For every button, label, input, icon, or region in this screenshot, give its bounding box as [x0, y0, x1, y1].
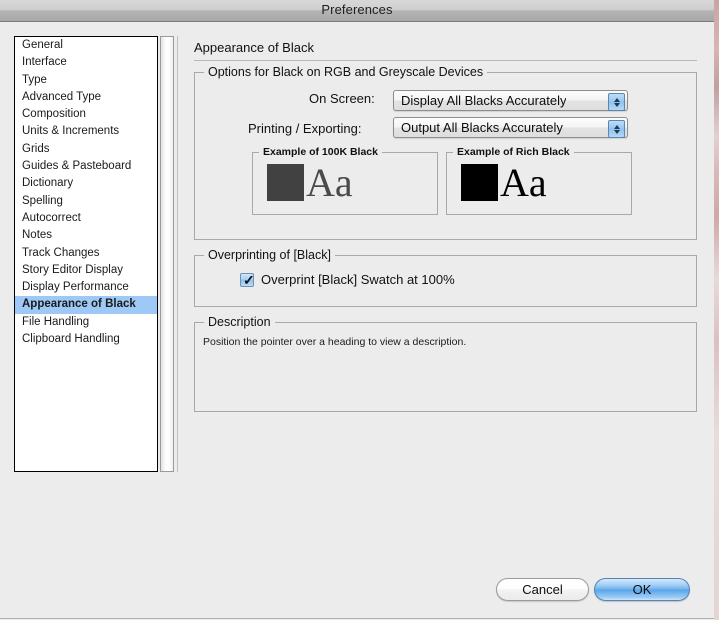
sidebar-item-track-changes[interactable]: Track Changes [15, 245, 157, 262]
overprint-swatch-checkbox-row[interactable]: ✓ Overprint [Black] Swatch at 100% [240, 272, 455, 287]
sidebar-item-grids[interactable]: Grids [15, 141, 157, 158]
swatch-100k-black [267, 164, 304, 201]
sidebar-item-type[interactable]: Type [15, 72, 157, 89]
swatch-rich-black [461, 164, 498, 201]
sample-text-100k-black: Aa [306, 160, 353, 205]
chevron-updown-icon[interactable] [608, 93, 625, 111]
overprinting-group-legend: Overprinting of [Black] [204, 248, 335, 262]
example-100k-black-content: Aa [267, 160, 353, 205]
sidebar-item-guides-pasteboard[interactable]: Guides & Pasteboard [15, 158, 157, 175]
triangle-down-icon [613, 129, 620, 134]
overprint-swatch-checkbox-label: Overprint [Black] Swatch at 100% [261, 272, 455, 287]
cancel-button[interactable]: Cancel [496, 578, 589, 601]
page-title: Appearance of Black [194, 40, 314, 55]
preferences-category-list[interactable]: General Interface Type Advanced Type Composi… [14, 36, 158, 472]
options-group-legend: Options for Black on RGB and Greyscale D… [204, 65, 488, 79]
triangle-up-icon [613, 97, 620, 102]
sidebar-item-spelling[interactable]: Spelling [15, 193, 157, 210]
overprint-swatch-checkbox[interactable]: ✓ [240, 271, 255, 288]
chevron-updown-icon[interactable] [608, 120, 625, 138]
on-screen-label: On Screen: [309, 91, 375, 106]
sidebar-item-notes[interactable]: Notes [15, 227, 157, 244]
sidebar-item-dictionary[interactable]: Dictionary [15, 175, 157, 192]
background-app-edge [714, 0, 719, 620]
sidebar-item-general[interactable]: General [15, 37, 157, 54]
sidebar-item-file-handling[interactable]: File Handling [15, 314, 157, 331]
triangle-down-icon [613, 102, 620, 107]
sidebar-item-appearance-of-black[interactable]: Appearance of Black [15, 296, 157, 314]
sidebar-scrollbar[interactable] [160, 36, 174, 472]
sample-text-rich-black: Aa [500, 160, 547, 205]
window-bottom-rule [0, 618, 714, 619]
example-100k-black-legend: Example of 100K Black [259, 146, 382, 158]
on-screen-dropdown-value: Display All Blacks Accurately [401, 93, 567, 108]
description-text: Position the pointer over a heading to v… [203, 336, 467, 348]
sidebar-item-clipboard-handling[interactable]: Clipboard Handling [15, 331, 157, 348]
page-title-rule [194, 60, 697, 61]
window-title: Preferences [321, 2, 393, 17]
sidebar-divider [177, 36, 178, 472]
sidebar-item-composition[interactable]: Composition [15, 106, 157, 123]
preferences-dialog: Preferences General Interface Type Advanced… [0, 0, 714, 620]
checkmark-icon: ✓ [243, 271, 255, 288]
example-rich-black-box: Example of Rich Black Aa [446, 146, 632, 215]
sidebar-item-autocorrect[interactable]: Autocorrect [15, 210, 157, 227]
sidebar-item-display-performance[interactable]: Display Performance [15, 279, 157, 296]
example-rich-black-legend: Example of Rich Black [453, 146, 574, 158]
sidebar-item-units-increments[interactable]: Units & Increments [15, 123, 157, 140]
sidebar-item-story-editor-display[interactable]: Story Editor Display [15, 262, 157, 279]
printing-exporting-row: Printing / Exporting: [248, 121, 361, 136]
description-group-legend: Description [204, 315, 275, 329]
example-rich-black-content: Aa [461, 160, 547, 205]
triangle-up-icon [613, 124, 620, 129]
window-titlebar[interactable]: Preferences [0, 0, 714, 22]
example-100k-black-box: Example of 100K Black Aa [252, 146, 438, 215]
on-screen-dropdown[interactable]: Display All Blacks Accurately [393, 90, 628, 111]
sidebar-item-interface[interactable]: Interface [15, 54, 157, 71]
sidebar-item-advanced-type[interactable]: Advanced Type [15, 89, 157, 106]
printing-exporting-label: Printing / Exporting: [248, 121, 362, 136]
printing-exporting-dropdown-value: Output All Blacks Accurately [401, 120, 563, 135]
printing-exporting-dropdown[interactable]: Output All Blacks Accurately [393, 117, 628, 138]
on-screen-row: On Screen: [309, 91, 375, 106]
ok-button[interactable]: OK [594, 578, 690, 601]
